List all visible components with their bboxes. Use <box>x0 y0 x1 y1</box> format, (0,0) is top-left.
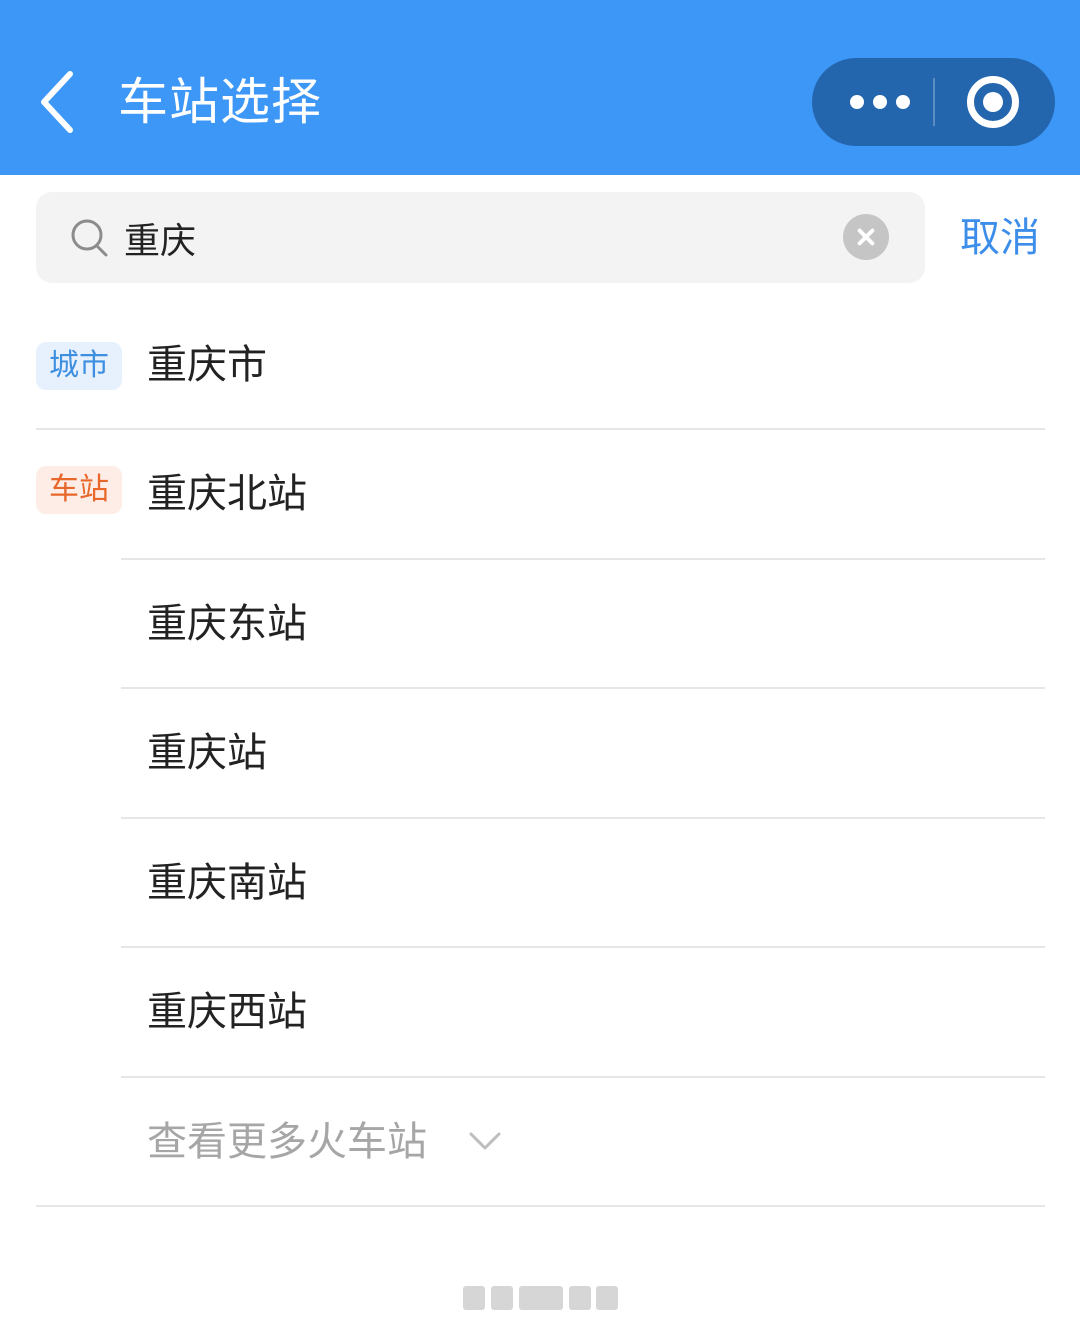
search-icon <box>71 219 108 257</box>
page-title: 车站选择 <box>118 73 322 131</box>
more-button[interactable] <box>812 58 932 146</box>
station-name: 重庆北站 <box>147 471 307 517</box>
chevron-left-icon <box>41 71 73 133</box>
view-more-label: 查看更多火车站 <box>147 1119 427 1165</box>
station-item[interactable]: 重庆西站 <box>120 948 1045 1076</box>
city-result-item[interactable]: 重庆市 <box>120 301 1045 429</box>
station-select-page: 车站选择 取消 <box>0 0 1080 1323</box>
view-more-stations-button[interactable]: 查看更多火车站 <box>120 1078 1045 1206</box>
home-indicator <box>463 1286 618 1310</box>
search-box <box>36 192 925 283</box>
station-name: 重庆站 <box>147 730 267 776</box>
station-item[interactable]: 重庆北站 <box>120 430 1045 558</box>
nav-bar: 车站选择 <box>0 0 1080 175</box>
cancel-button[interactable]: 取消 <box>960 208 1040 268</box>
station-item[interactable]: 重庆南站 <box>120 819 1045 947</box>
station-tag: 车站 <box>36 466 122 514</box>
station-name: 重庆南站 <box>147 860 307 906</box>
station-item[interactable]: 重庆站 <box>120 689 1045 817</box>
mini-program-capsule <box>812 58 1055 146</box>
chevron-down-icon <box>469 1132 501 1150</box>
back-button[interactable] <box>30 66 90 138</box>
city-tag: 城市 <box>36 342 122 390</box>
clear-icon[interactable] <box>843 214 889 260</box>
station-item[interactable]: 重庆东站 <box>120 560 1045 688</box>
search-input[interactable] <box>124 192 824 283</box>
close-mini-program-button[interactable] <box>935 58 1055 146</box>
city-name: 重庆市 <box>147 342 267 388</box>
station-name: 重庆东站 <box>147 601 307 647</box>
section-divider <box>36 1205 1045 1207</box>
station-name: 重庆西站 <box>147 989 307 1035</box>
